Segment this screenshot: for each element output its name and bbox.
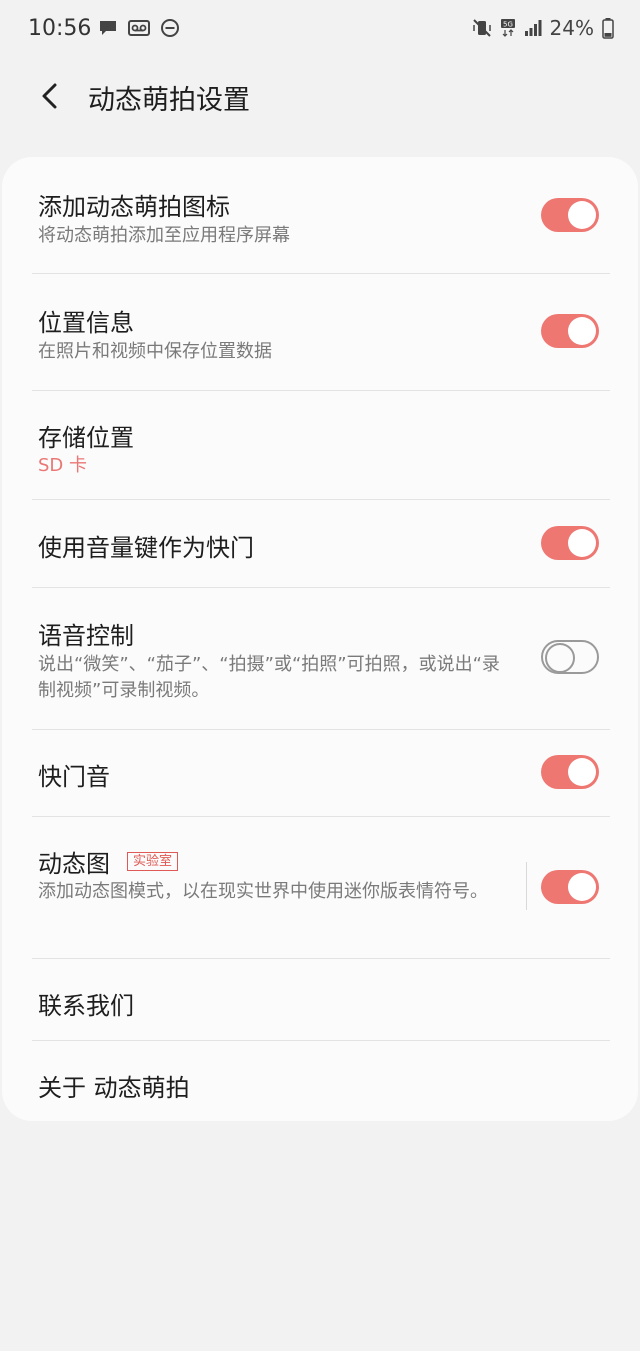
voice-control-toggle[interactable]	[541, 640, 599, 674]
setting-shutter-sound[interactable]: 快门音	[2, 730, 638, 816]
toggle-knob	[568, 529, 596, 557]
back-button[interactable]	[30, 78, 70, 118]
settings-card: 添加动态萌拍图标 将动态萌拍添加至应用程序屏幕 位置信息 在照片和视频中保存位置…	[2, 157, 638, 1121]
add-icon-toggle[interactable]	[541, 198, 599, 232]
setting-title: 关于 动态萌拍	[38, 1074, 190, 1102]
toggle-knob	[545, 643, 575, 673]
setting-add-icon[interactable]: 添加动态萌拍图标 将动态萌拍添加至应用程序屏幕	[2, 157, 638, 273]
setting-voice-control[interactable]: 语音控制 说出“微笑”、“茄子”、“拍摄”或“拍照”可拍照，或说出“录制视频”可…	[2, 588, 638, 729]
status-left-icons	[98, 18, 180, 38]
setting-title: 快门音	[38, 763, 110, 791]
setting-title: 语音控制	[38, 622, 134, 650]
setting-location[interactable]: 位置信息 在照片和视频中保存位置数据	[2, 274, 638, 390]
setting-volume-shutter[interactable]: 使用音量键作为快门	[2, 500, 638, 587]
shutter-sound-toggle[interactable]	[541, 755, 599, 789]
signal-icon	[524, 18, 542, 38]
5g-icon: 5G	[500, 18, 516, 38]
location-toggle[interactable]	[541, 314, 599, 348]
toggle-knob	[568, 201, 596, 229]
volume-shutter-toggle[interactable]	[541, 526, 599, 560]
svg-text:5G: 5G	[503, 21, 513, 29]
setting-title: 动态图	[38, 850, 110, 878]
setting-contact-us[interactable]: 联系我们	[2, 959, 638, 1040]
toggle-knob	[568, 317, 596, 345]
setting-title: 位置信息	[38, 309, 134, 337]
setting-title: 使用音量键作为快门	[38, 534, 254, 562]
animated-sticker-toggle[interactable]	[541, 870, 599, 904]
status-bar: 10:56 5G 24%	[0, 0, 640, 62]
setting-subtitle: 说出“微笑”、“茄子”、“拍摄”或“拍照”可拍照，或说出“录制视频”可录制视频。	[38, 654, 500, 701]
do-not-disturb-icon	[160, 18, 180, 38]
status-time: 10:56	[28, 16, 92, 41]
voicemail-icon	[128, 18, 150, 38]
status-right: 5G 24%	[472, 16, 614, 40]
lab-badge: 实验室	[127, 852, 179, 871]
setting-subtitle: 在照片和视频中保存位置数据	[38, 341, 272, 362]
page-title: 动态萌拍设置	[88, 85, 250, 116]
setting-title: 添加动态萌拍图标	[38, 193, 230, 221]
setting-title: 存储位置	[38, 424, 134, 452]
message-icon	[98, 18, 118, 38]
setting-animated-sticker[interactable]: 动态图 添加动态图模式，以在现实世界中使用迷你版表情符号。	[2, 817, 638, 958]
setting-storage[interactable]: 存储位置 SD 卡	[2, 391, 638, 499]
setting-subtitle: 添加动态图模式，以在现实世界中使用迷你版表情符号。	[38, 881, 488, 902]
setting-subtitle: 将动态萌拍添加至应用程序屏幕	[38, 225, 290, 246]
battery-icon	[602, 17, 614, 39]
setting-about[interactable]: 关于 动态萌拍	[2, 1041, 638, 1121]
setting-title: 联系我们	[38, 992, 134, 1020]
vertical-separator	[526, 862, 527, 910]
vibrate-mute-icon	[472, 18, 492, 38]
storage-value: SD 卡	[38, 455, 88, 476]
toggle-knob	[568, 758, 596, 786]
back-arrow-icon	[38, 82, 62, 114]
battery-percent: 24%	[549, 16, 594, 40]
toggle-knob	[568, 873, 596, 901]
app-bar: 动态萌拍设置	[0, 62, 640, 132]
